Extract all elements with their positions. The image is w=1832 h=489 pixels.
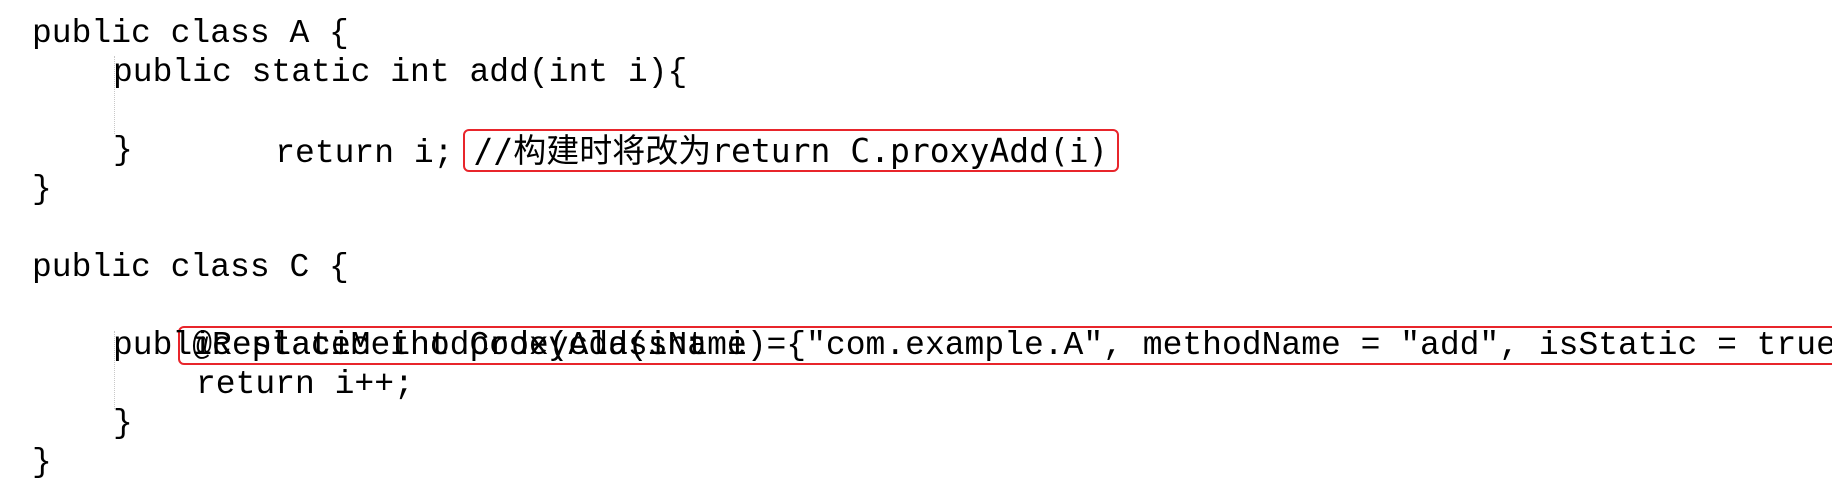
code-line-annotation: @ReplaceMethodCode(className = "com.exam… <box>32 287 1832 365</box>
indent-guide <box>114 331 115 409</box>
code-line-class-c-open: public class C { <box>32 249 349 286</box>
code-line-class-a-close: } <box>32 171 52 208</box>
code-line-class-a-open: public class A { <box>32 15 349 52</box>
code-line-class-c-close: } <box>32 444 52 481</box>
code-line-add-signature: public static int add(int i){ <box>113 54 688 91</box>
code-line-proxyadd-return: return i++; <box>196 366 414 403</box>
indent-guide <box>114 56 115 134</box>
code-line-add-return: return i;//构建时将改为return C.proxyAdd(i) <box>32 92 1822 172</box>
code-line-add-close: } <box>113 132 133 169</box>
code-screenshot: { "code": { "class_a_open": "public clas… <box>0 0 1832 489</box>
code-line-proxyadd-signature: public static int proxyAdd(int i) { <box>113 327 807 364</box>
code-block: public class A { public static int add(i… <box>32 14 1832 482</box>
code-line-proxyadd-close: } <box>113 405 133 442</box>
